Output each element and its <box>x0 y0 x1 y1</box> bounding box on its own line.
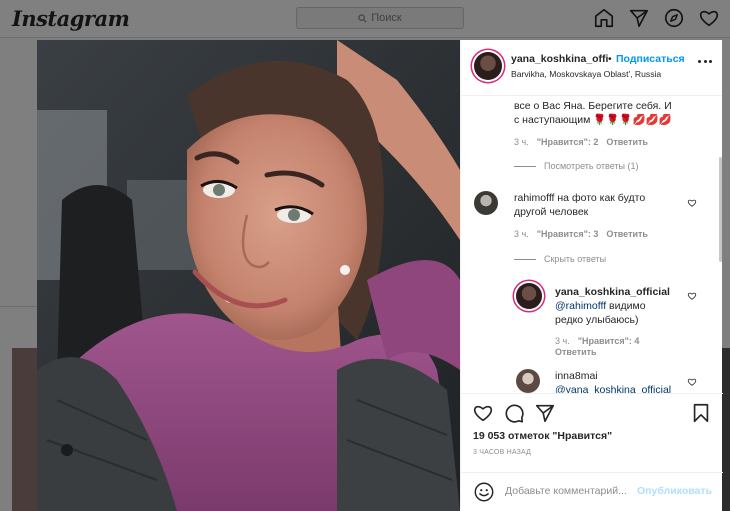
like-heart-icon[interactable] <box>472 402 494 424</box>
comment-likes[interactable]: "Нравится": 4 <box>578 336 640 346</box>
separator-dot: • <box>608 53 612 65</box>
reply-text: yana_koshkina_official @rahimofff видимо… <box>555 286 670 326</box>
post-location[interactable]: Barvikha, Moskovskaya Oblast', Russia <box>511 69 661 79</box>
like-comment-heart-icon[interactable] <box>687 291 697 301</box>
emoji-icon[interactable] <box>473 481 495 503</box>
post-side-panel: yana_koshkina_offi • Подписаться Barvikh… <box>460 40 723 511</box>
follow-button[interactable]: Подписаться <box>616 53 685 65</box>
direct-icon[interactable] <box>628 7 650 29</box>
emoji-string: 🌹🌹🌹💋💋💋 <box>593 114 672 126</box>
mention-link[interactable]: @rahimofff <box>555 300 606 312</box>
commenter-avatar[interactable] <box>516 369 540 393</box>
post-photo[interactable] <box>37 40 460 511</box>
like-comment-heart-icon[interactable] <box>687 377 697 387</box>
instagram-logo[interactable]: Instagram <box>12 6 130 31</box>
background-thumbnail[interactable] <box>722 348 730 511</box>
search-icon <box>358 13 367 22</box>
like-comment-heart-icon[interactable] <box>687 198 697 208</box>
post-actions-bar <box>461 393 723 431</box>
comment-icon[interactable] <box>503 402 525 424</box>
selfie-photo-illustration <box>37 40 460 511</box>
comment-likes[interactable]: "Нравится": 2 <box>537 137 599 147</box>
nav-icons <box>593 7 720 29</box>
comment-time: 3 ч. <box>555 336 570 346</box>
reply-button[interactable]: Ответить <box>606 229 648 239</box>
reply-meta: 3 ч. "Нравится": 4 Ответить <box>555 336 665 357</box>
reply-button[interactable]: Ответить <box>555 347 597 357</box>
bookmark-icon[interactable] <box>690 402 712 424</box>
likes-count[interactable]: 19 053 отметок "Нравится" <box>473 430 612 442</box>
comment-text: inna8mai @yana_koshkina_official <box>555 369 671 393</box>
activity-heart-icon[interactable] <box>698 7 720 29</box>
reply-button[interactable]: Ответить <box>606 137 648 147</box>
hide-replies-button[interactable]: Скрыть ответы <box>514 254 606 264</box>
reply-author-avatar[interactable] <box>516 283 542 309</box>
comment-time: 3 ч. <box>514 229 529 239</box>
share-icon[interactable] <box>534 402 556 424</box>
comment-meta: 3 ч. "Нравится": 3 Ответить <box>514 229 648 239</box>
add-comment-input[interactable] <box>505 485 635 497</box>
view-replies-button[interactable]: Посмотреть ответы (1) <box>514 161 639 171</box>
commenter-username[interactable]: inna8mai <box>555 370 598 382</box>
background-thumbnail[interactable] <box>12 348 38 511</box>
post-header: yana_koshkina_offi • Подписаться Barvikh… <box>461 40 722 96</box>
post-time-ago[interactable]: 3 ЧАСОВ НАЗАД <box>473 449 531 456</box>
home-icon[interactable] <box>593 7 615 29</box>
comments-scrollbar[interactable] <box>719 157 722 262</box>
commenter-avatar[interactable] <box>474 191 498 215</box>
comment-text: все о Вас Яна. Берегите себя. И с наступ… <box>514 100 672 126</box>
publish-button[interactable]: Опубликовать <box>637 485 712 497</box>
background-divider <box>0 306 37 307</box>
author-avatar[interactable] <box>474 52 502 80</box>
search-box[interactable]: Поиск <box>296 7 464 29</box>
comment-meta: 3 ч. "Нравится": 2 Ответить <box>514 137 648 147</box>
explore-icon[interactable] <box>663 7 685 29</box>
comment-text: rahimofff на фото как будто другой челов… <box>514 192 646 218</box>
search-placeholder: Поиск <box>371 12 402 24</box>
add-comment-row: Опубликовать <box>461 472 723 511</box>
mention-link[interactable]: @yana_koshkina_official <box>555 384 671 393</box>
comment-time: 3 ч. <box>514 137 529 147</box>
comments-list[interactable]: все о Вас Яна. Берегите себя. И с наступ… <box>461 97 723 393</box>
reply-username[interactable]: yana_koshkina_official <box>555 286 670 298</box>
comment-likes[interactable]: "Нравится": 3 <box>537 229 599 239</box>
more-options-icon[interactable] <box>698 60 712 64</box>
top-navigation-bar: Instagram Поиск <box>0 0 730 38</box>
author-username[interactable]: yana_koshkina_offi <box>511 53 608 65</box>
